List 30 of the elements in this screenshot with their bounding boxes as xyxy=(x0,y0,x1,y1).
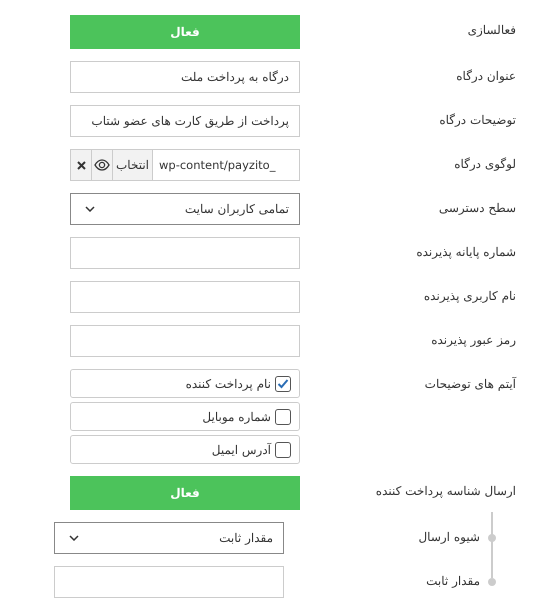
input-field[interactable]: پرداخت از طریق کارت های عضو شتاب xyxy=(70,105,300,137)
field-label: ارسال شناسه پرداخت کننده xyxy=(374,483,516,498)
field-label: آیتم های توضیحات xyxy=(424,376,516,391)
checkbox[interactable] xyxy=(275,442,291,458)
checkbox[interactable] xyxy=(275,408,291,424)
timeline-dot xyxy=(488,534,496,542)
chevron-down-icon xyxy=(85,206,95,212)
select-field[interactable]: تمامی کاربران سایت xyxy=(70,193,300,225)
input-field[interactable] xyxy=(70,281,300,313)
checkbox-option[interactable]: آدرس ایمیل xyxy=(70,435,300,464)
timeline-dot xyxy=(488,578,496,586)
input-field[interactable] xyxy=(70,237,300,269)
field-label: شماره پایانه پذیرنده xyxy=(415,244,516,259)
field-label: شیوه ارسال xyxy=(417,529,480,544)
field-label: نام کاربری پذیرنده xyxy=(422,288,516,303)
chevron-down-icon xyxy=(69,535,79,541)
select-field[interactable]: مقدار ثابت xyxy=(54,522,284,554)
checkbox[interactable] xyxy=(275,376,291,392)
input-field[interactable] xyxy=(70,325,300,357)
field-label: عنوان درگاه xyxy=(455,68,516,83)
input-field[interactable]: درگاه به پرداخت ملت xyxy=(70,61,300,93)
checkbox-option[interactable]: نام پرداخت کننده xyxy=(70,369,300,398)
field-label: رمز عبور پذیرنده xyxy=(430,332,516,347)
field-label: لوگوی درگاه xyxy=(453,156,516,171)
field-label: سطح دسترسی xyxy=(438,200,516,215)
input-field[interactable] xyxy=(54,566,284,598)
checkbox-option[interactable]: شماره موبایل xyxy=(70,402,300,431)
field-label: مقدار ثابت xyxy=(425,573,480,588)
field-label: فعالسازی xyxy=(466,22,516,37)
field-label: توضیحات درگاه xyxy=(438,112,516,127)
